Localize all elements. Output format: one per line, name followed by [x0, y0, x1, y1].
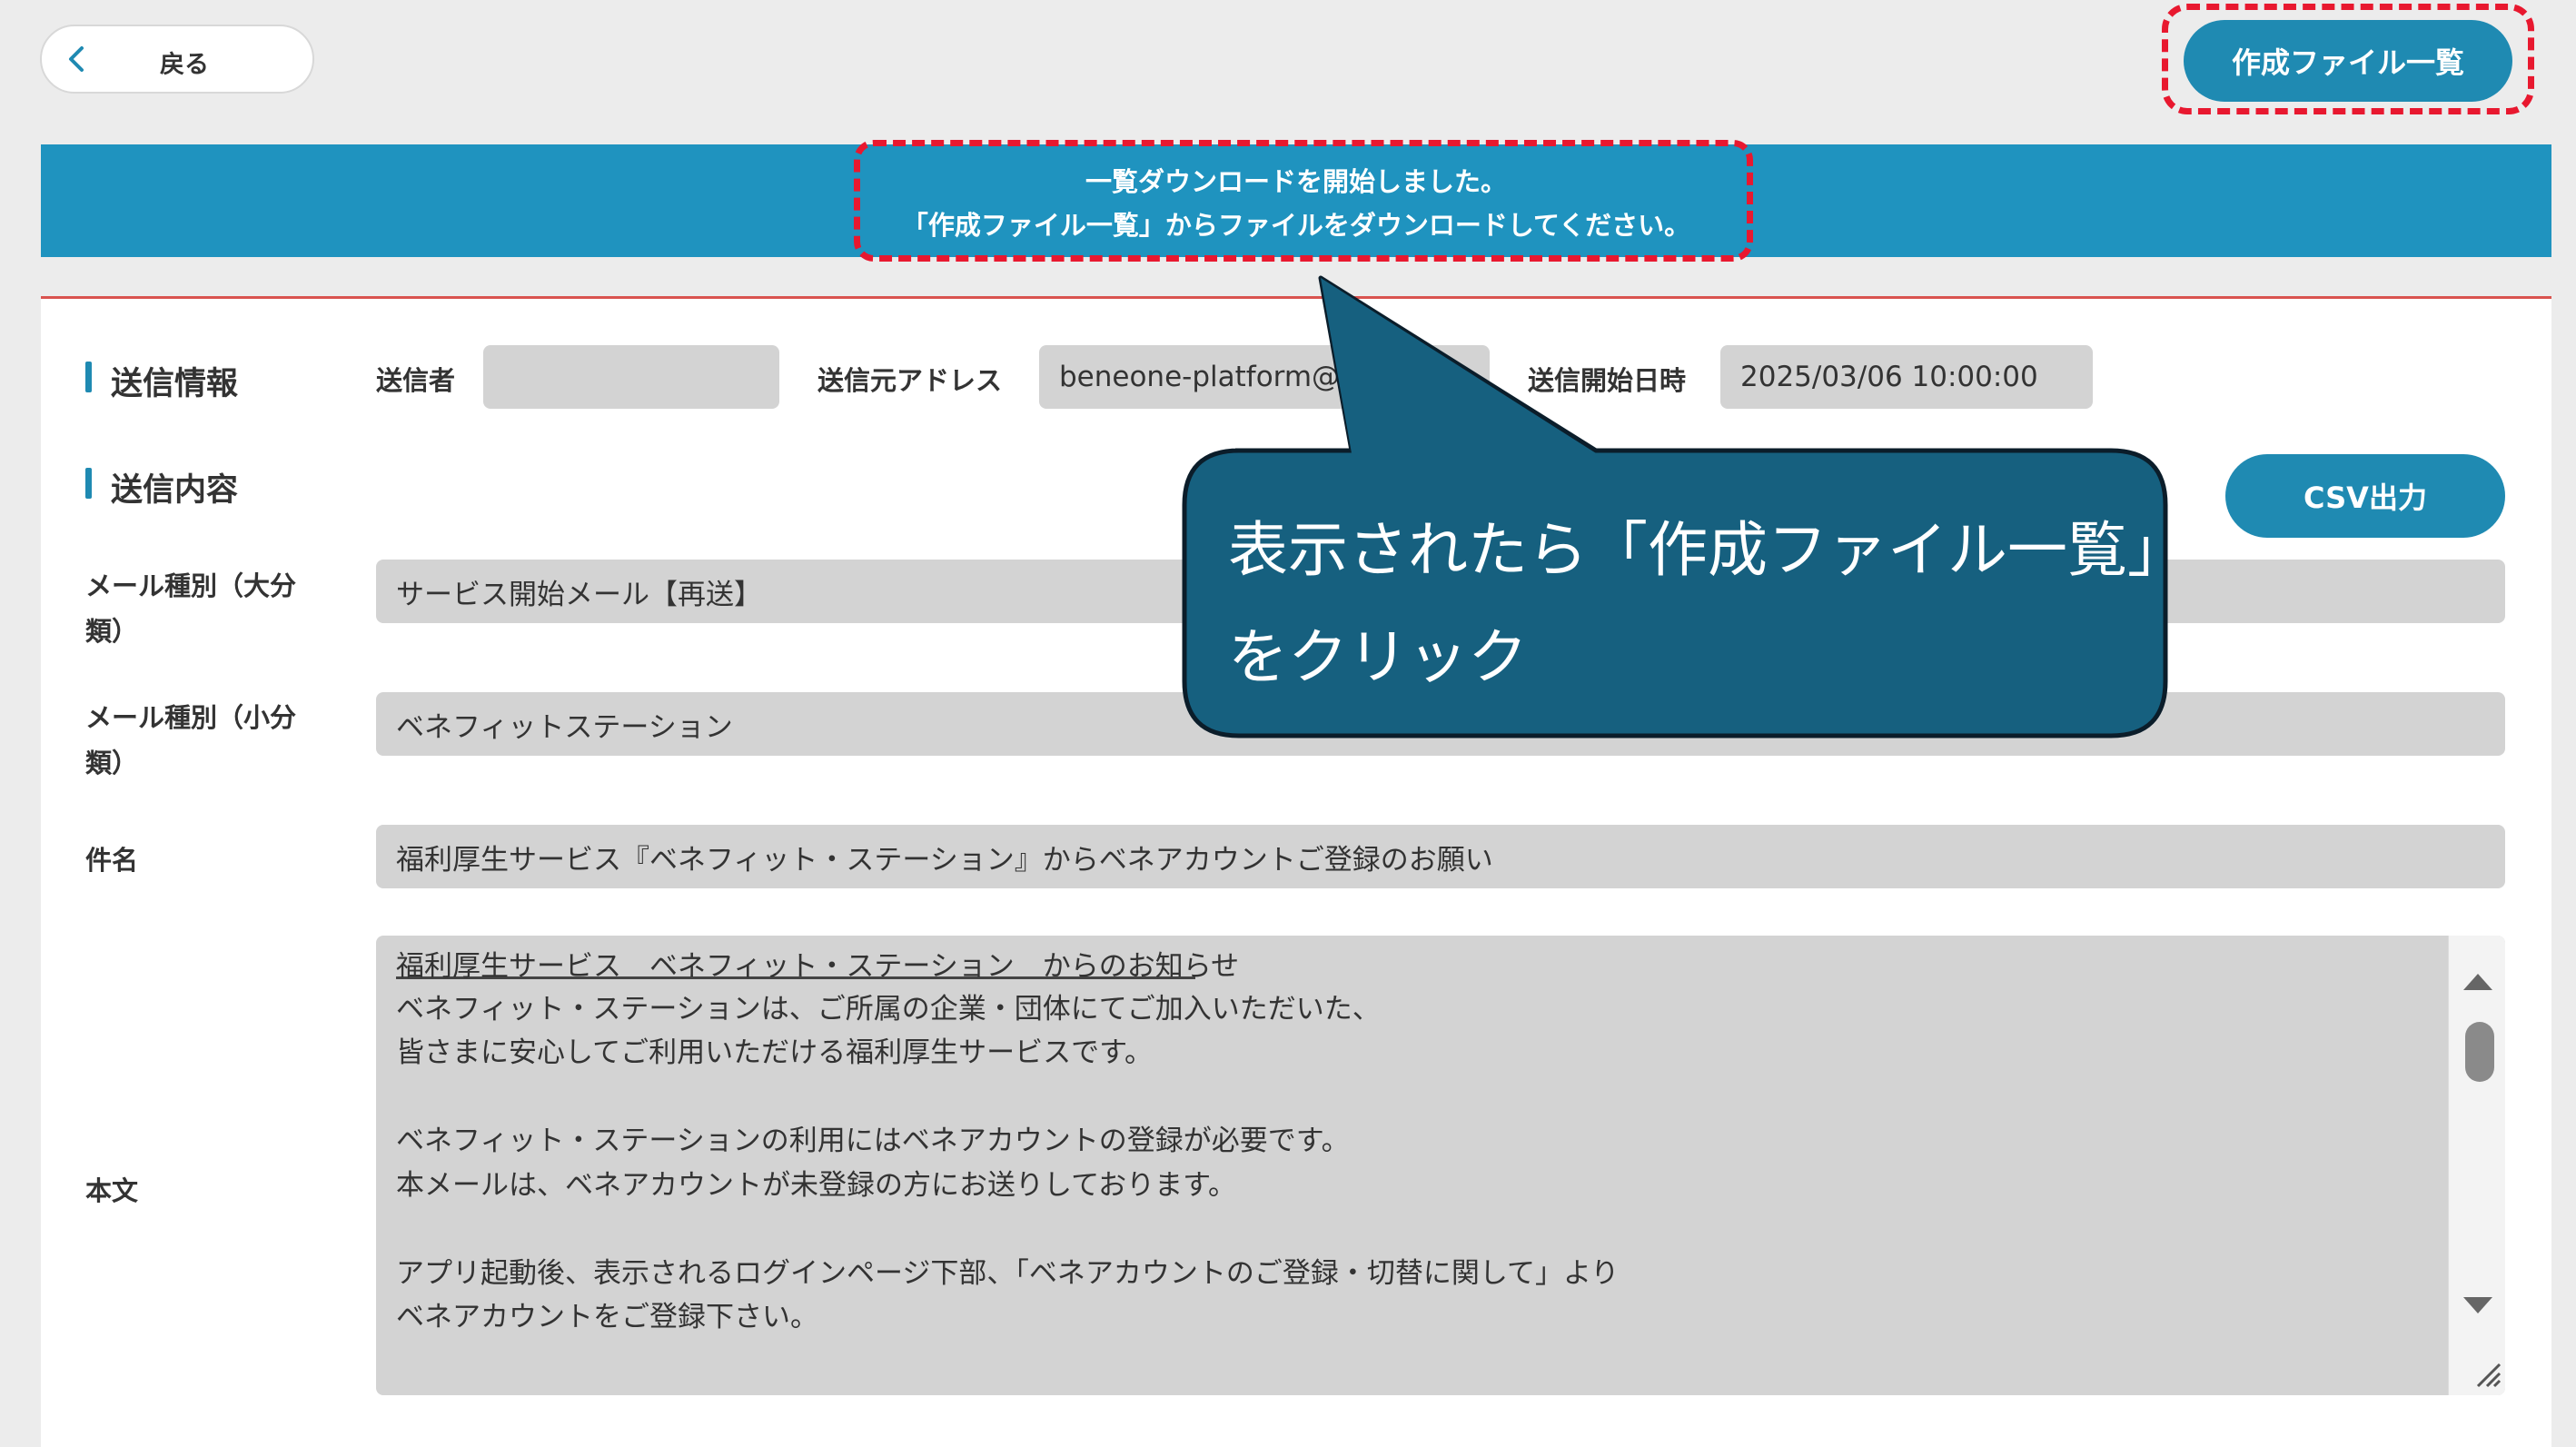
callout-line-1: 表示されたら「作成ファイル一覧」 [1228, 515, 2187, 585]
callout-bubble [1182, 275, 2168, 738]
callout-line-2: をクリック [1228, 622, 1528, 692]
